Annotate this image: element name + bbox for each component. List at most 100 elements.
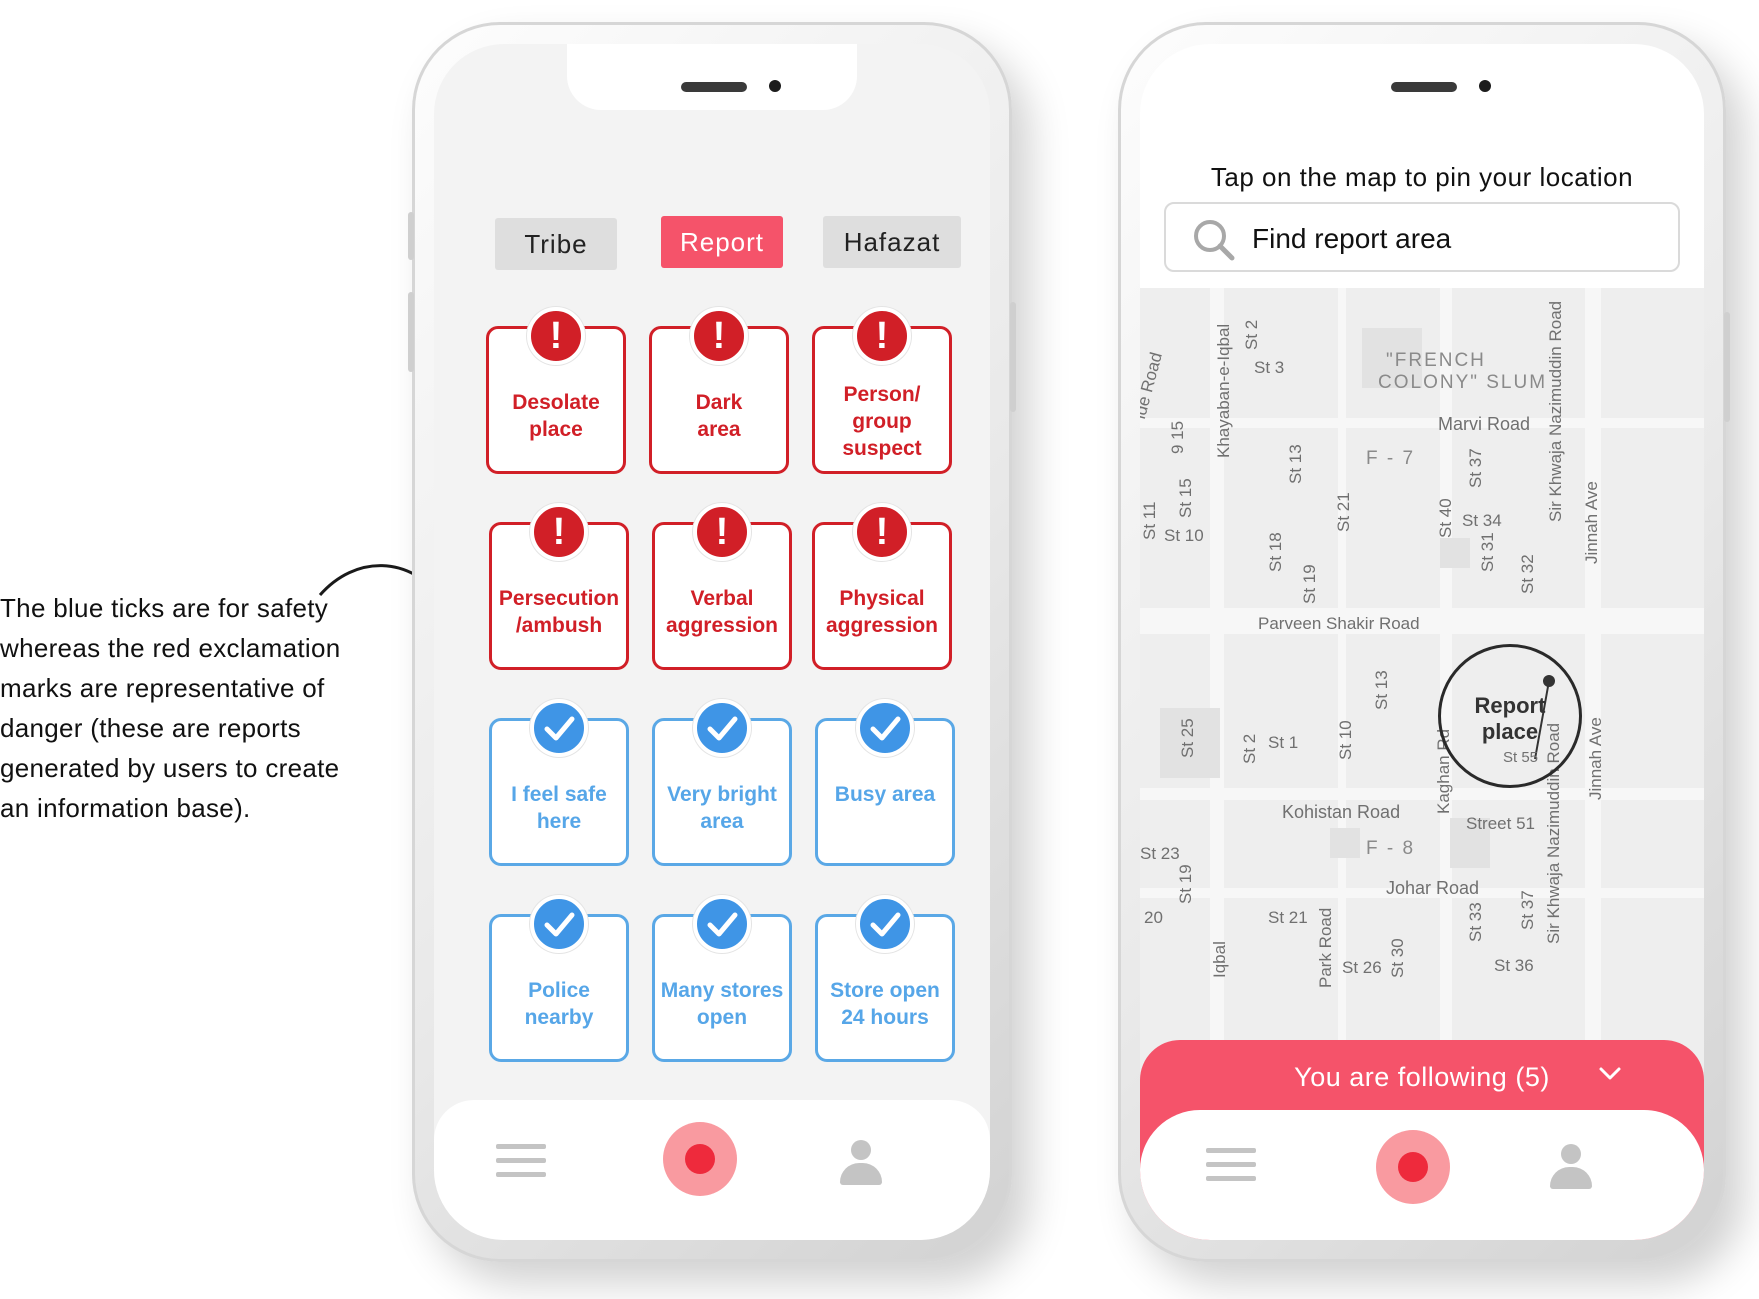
card-label: Person/ group suspect	[842, 383, 922, 460]
map-label: St 2	[1242, 319, 1261, 350]
check-icon	[856, 895, 914, 953]
map-label: St 13	[1286, 444, 1305, 484]
camera	[1479, 80, 1491, 92]
report-card-many-stores-open[interactable]: Many stores open	[652, 895, 792, 1062]
phone-map-screen: Tap on the map to pin your location Find…	[1118, 22, 1730, 1262]
map-label: St 37	[1466, 448, 1485, 488]
speaker	[681, 82, 747, 92]
map-label: St 26	[1342, 958, 1382, 977]
map-label: Johar Road	[1386, 878, 1480, 898]
card-label: Desolate place	[512, 391, 600, 441]
card-label: Busy area	[834, 783, 936, 806]
map-label: St 37	[1518, 890, 1537, 930]
speaker	[1391, 82, 1457, 92]
map-label: St 33	[1466, 902, 1485, 942]
exclamation-icon: !	[853, 307, 911, 365]
report-card-i-feel-safe-here[interactable]: I feel safe here	[489, 699, 629, 866]
report-card-person-group-suspect[interactable]: ! Person/ group suspect	[812, 307, 952, 474]
map-label: St 23	[1140, 844, 1180, 863]
record-icon	[685, 1144, 715, 1174]
card-label: Many stores open	[660, 979, 784, 1029]
side-button	[1010, 302, 1016, 412]
map-label: St 1	[1268, 733, 1299, 752]
map-label: St 40	[1436, 498, 1455, 538]
notch	[1277, 44, 1567, 110]
map-label: St 25	[1178, 718, 1197, 758]
map-label: St 55	[1503, 749, 1539, 766]
map-label: St 13	[1372, 670, 1391, 710]
map-label: St 31	[1478, 532, 1497, 572]
card-label: Physical aggression	[825, 587, 939, 637]
exclamation-icon: !	[853, 503, 911, 561]
map-label: Khayaban-e-Iqbal	[1214, 323, 1233, 458]
record-button[interactable]	[663, 1122, 737, 1196]
map-label: St 21	[1268, 908, 1308, 927]
report-card-persecution-ambush[interactable]: ! Persecution /ambush	[489, 503, 629, 670]
tab-tribe[interactable]: Tribe	[495, 218, 617, 270]
notch	[567, 44, 857, 110]
map-label: St 11	[1140, 501, 1159, 540]
map-label: Iqbal	[1210, 941, 1229, 978]
map-label: Jinnah Ave	[1586, 717, 1605, 800]
record-icon	[1398, 1152, 1428, 1182]
map-label: Sir Khwaja Nazimuddin Road	[1546, 300, 1565, 522]
report-card-verbal-aggression[interactable]: ! Verbal aggression	[652, 503, 792, 670]
map-label: Park Road	[1316, 907, 1335, 988]
user-icon[interactable]	[1548, 1144, 1594, 1190]
search-placeholder: Find report area	[1252, 223, 1452, 254]
report-card-very-bright-area[interactable]: Very bright area	[652, 699, 792, 866]
tab-report[interactable]: Report	[661, 216, 783, 268]
menu-icon[interactable]	[496, 1144, 546, 1180]
road	[1140, 608, 1704, 634]
bottom-navigation	[434, 1100, 990, 1240]
screen: Tap on the map to pin your location Find…	[1140, 44, 1704, 1240]
map-label: St 3	[1254, 358, 1285, 377]
map-label: Kohistan Road	[1282, 802, 1401, 822]
card-label: Very bright area	[667, 783, 777, 833]
map-label: St 32	[1518, 554, 1537, 594]
map-label: St 2	[1240, 733, 1259, 764]
map-label: F - 8	[1366, 838, 1416, 859]
record-button[interactable]	[1376, 1130, 1450, 1204]
report-card-police-nearby[interactable]: Police nearby	[489, 895, 629, 1062]
report-card-desolate-place[interactable]: ! Desolate place	[486, 307, 626, 474]
menu-icon[interactable]	[1206, 1148, 1256, 1184]
map-label: St 19	[1300, 564, 1319, 604]
report-card-physical-aggression[interactable]: ! Physical aggression	[812, 503, 952, 670]
check-icon	[856, 699, 914, 757]
card-label: Store open 24 hours	[830, 979, 940, 1029]
chevron-down-icon[interactable]	[1598, 1066, 1622, 1082]
user-icon[interactable]	[838, 1140, 884, 1186]
following-panel[interactable]: You are following (5)	[1140, 1040, 1704, 1240]
check-icon	[693, 895, 751, 953]
map-label: Street 51	[1466, 814, 1535, 833]
exclamation-icon: !	[693, 503, 751, 561]
map-label: Marvi Road	[1438, 414, 1531, 434]
map-label: St 36	[1494, 956, 1534, 975]
map-label: St 30	[1388, 938, 1407, 978]
card-label: Police nearby	[524, 979, 594, 1029]
report-card-dark-area[interactable]: ! Dark area	[649, 307, 789, 474]
side-button	[1724, 312, 1730, 422]
map-label: F - 7	[1366, 448, 1416, 469]
map-label: 9 15	[1168, 420, 1187, 454]
card-label: Verbal aggression	[665, 587, 779, 637]
map-label: St 34	[1462, 511, 1502, 530]
search-input[interactable]: Find report area	[1164, 202, 1680, 272]
map-label: St 18	[1266, 532, 1285, 572]
map-label: ide Road	[1140, 350, 1166, 421]
side-button	[408, 212, 414, 260]
map-block	[1440, 538, 1470, 568]
tab-hafazat[interactable]: Hafazat	[823, 216, 961, 268]
card-label: Dark area	[695, 391, 743, 441]
map-label: St 10	[1164, 526, 1204, 545]
map-label: St 19	[1176, 864, 1195, 904]
search-icon	[1194, 220, 1235, 261]
exclamation-icon: !	[527, 307, 585, 365]
report-card-busy-area[interactable]: Busy area	[815, 699, 955, 866]
check-icon	[693, 699, 751, 757]
report-place-pin[interactable]: Report place St 55	[1438, 644, 1582, 788]
report-card-store-open-24-hours[interactable]: Store open 24 hours	[815, 895, 955, 1062]
annotation-caption: The blue ticks are for safety whereas th…	[0, 593, 341, 823]
bottom-navigation	[1140, 1110, 1704, 1240]
